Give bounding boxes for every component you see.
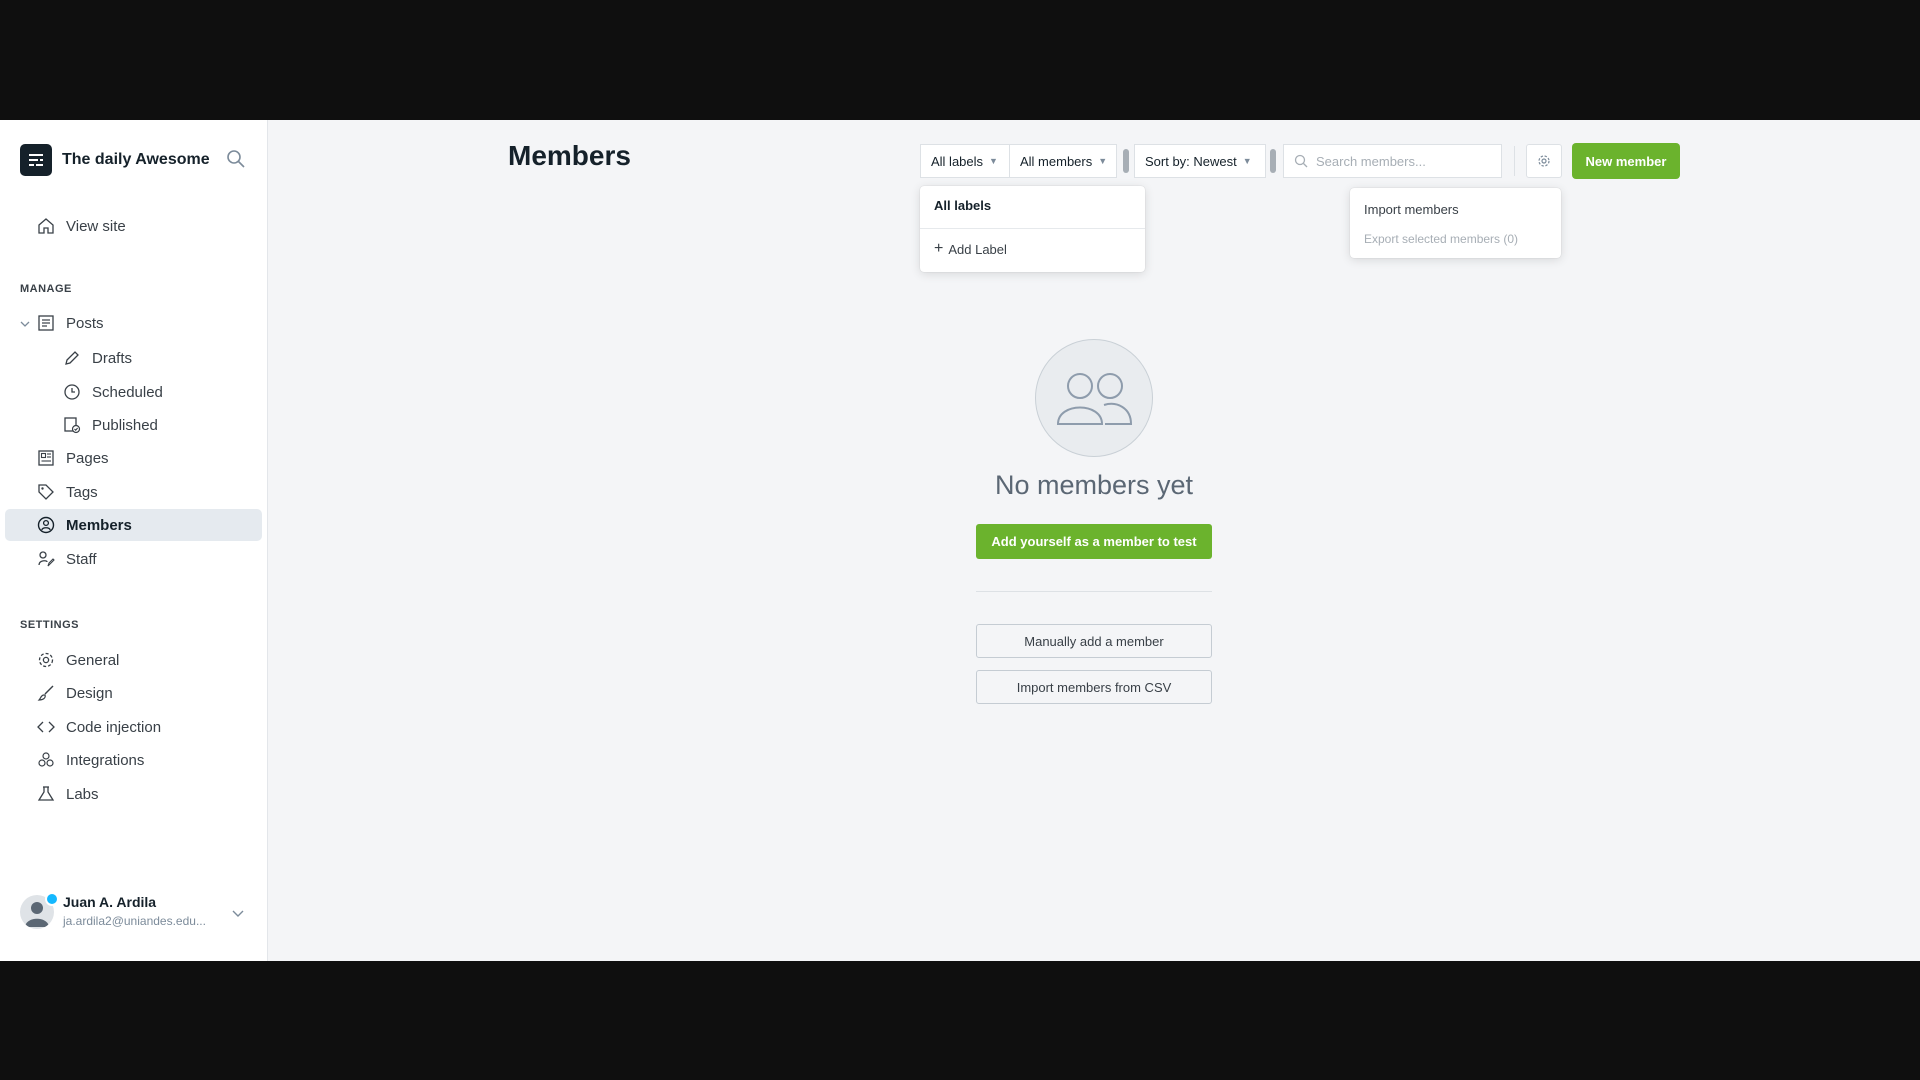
letterbox-bottom <box>0 961 1920 1080</box>
members-filter-value: All members <box>1020 153 1093 169</box>
labels-filter-select[interactable]: All labels ▼ <box>920 144 1010 178</box>
members-empty-icon <box>1035 339 1153 457</box>
search-icon[interactable] <box>226 149 248 171</box>
members-icon <box>36 515 56 535</box>
posts-icon <box>36 313 56 333</box>
dropdown-divider <box>920 228 1145 229</box>
export-selected-members-menu-item: Export selected members (0) <box>1364 232 1519 246</box>
integrations-icon <box>36 750 56 770</box>
search-input[interactable] <box>1314 152 1488 170</box>
gear-icon <box>1538 155 1550 167</box>
tag-icon <box>36 482 56 502</box>
code-icon <box>36 717 56 737</box>
sidebar-item-design[interactable]: Design <box>5 677 262 709</box>
clock-icon <box>62 382 82 402</box>
sidebar: The daily Awesome View site MANAGE Posts… <box>0 120 268 961</box>
empty-state-divider <box>976 591 1212 592</box>
user-name: Juan A. Ardila <box>63 894 157 910</box>
sort-select[interactable]: Sort by: Newest ▼ <box>1134 144 1266 178</box>
gear-icon <box>36 650 56 670</box>
sidebar-item-code-injection[interactable]: Code injection <box>5 711 262 743</box>
brand[interactable]: The daily Awesome <box>20 144 210 176</box>
add-yourself-button[interactable]: Add yourself as a member to test <box>976 524 1212 559</box>
sidebar-item-label: Scheduled <box>92 383 163 401</box>
sidebar-item-integrations[interactable]: Integrations <box>5 744 262 776</box>
home-icon <box>36 216 56 236</box>
members-filter-select[interactable]: All members ▼ <box>1009 144 1117 178</box>
sidebar-item-tags[interactable]: Tags <box>5 476 262 508</box>
sidebar-item-drafts[interactable]: Drafts <box>5 342 262 374</box>
published-icon <box>62 415 82 435</box>
labels-dropdown-all-labels[interactable]: All labels <box>934 198 991 213</box>
site-logo-icon <box>20 144 52 176</box>
sidebar-item-label: Members <box>66 516 132 534</box>
labels-dropdown: All labels + Add Label <box>920 186 1145 272</box>
sidebar-item-general[interactable]: General <box>5 644 262 676</box>
sidebar-item-label: Design <box>66 684 113 702</box>
empty-state-title: No members yet <box>994 470 1194 500</box>
sidebar-item-scheduled[interactable]: Scheduled <box>5 376 262 408</box>
sidebar-item-label: Published <box>92 416 158 434</box>
search-icon <box>1294 154 1308 168</box>
add-label-text: Add Label <box>948 241 1007 257</box>
sidebar-item-label: General <box>66 651 120 669</box>
site-title: The daily Awesome <box>62 151 210 168</box>
import-csv-button[interactable]: Import members from CSV <box>976 670 1212 704</box>
sidebar-item-label: Integrations <box>66 751 145 769</box>
sidebar-item-label: Drafts <box>92 349 133 367</box>
sidebar-item-label: Posts <box>66 314 104 332</box>
pencil-icon <box>62 348 82 368</box>
toolbar-divider <box>1514 146 1515 176</box>
chevron-down-icon: ▼ <box>989 156 998 166</box>
settings-section-title: SETTINGS <box>20 619 80 631</box>
members-actions-dropdown: Import members Export selected members (… <box>1350 188 1561 258</box>
manually-add-member-button[interactable]: Manually add a member <box>976 624 1212 658</box>
flask-icon <box>36 784 56 804</box>
sidebar-item-published[interactable]: Published <box>5 409 262 441</box>
letterbox-top <box>0 0 1920 120</box>
staff-icon <box>36 549 56 569</box>
sidebar-item-label: View site <box>66 217 126 235</box>
search-members-field[interactable] <box>1283 144 1502 178</box>
plus-icon: + <box>934 240 944 257</box>
user-menu[interactable]: Juan A. Ardila ja.ardila2@uniandes.edu..… <box>20 892 250 932</box>
add-label-button[interactable]: + Add Label <box>934 240 1007 258</box>
labels-filter-value: All labels <box>931 153 984 169</box>
sidebar-item-label: Labs <box>66 785 99 803</box>
sidebar-item-label: Pages <box>66 449 109 467</box>
chevron-down-icon[interactable] <box>231 906 245 920</box>
sidebar-item-view-site[interactable]: View site <box>5 210 262 242</box>
sidebar-item-label: Code injection <box>66 718 162 736</box>
pages-icon <box>36 448 56 468</box>
chevron-down-icon: ▼ <box>1242 156 1252 166</box>
sidebar-item-labs[interactable]: Labs <box>5 778 262 810</box>
sort-value: Sort by: Newest <box>1145 153 1237 169</box>
manage-section-title: MANAGE <box>20 283 72 295</box>
sidebar-item-label: Staff <box>66 550 97 568</box>
sidebar-item-posts[interactable]: Posts <box>5 307 262 339</box>
ghost-admin-app: The daily Awesome View site MANAGE Posts… <box>0 120 1920 961</box>
drag-handle[interactable] <box>1123 149 1129 173</box>
sidebar-item-label: Tags <box>66 483 98 501</box>
online-status-dot <box>45 892 59 906</box>
brush-icon <box>36 683 56 703</box>
user-email: ja.ardila2@uniandes.edu... <box>63 914 206 928</box>
sidebar-item-staff[interactable]: Staff <box>5 543 262 575</box>
chevron-down-icon: ▼ <box>1098 156 1108 166</box>
import-members-menu-item[interactable]: Import members <box>1364 202 1459 217</box>
members-actions-button[interactable] <box>1526 144 1562 178</box>
new-member-button[interactable]: New member <box>1572 143 1680 179</box>
sidebar-item-members[interactable]: Members <box>5 509 262 541</box>
drag-handle[interactable] <box>1270 149 1276 173</box>
page-title: Members <box>508 140 631 171</box>
sidebar-item-pages[interactable]: Pages <box>5 442 262 474</box>
